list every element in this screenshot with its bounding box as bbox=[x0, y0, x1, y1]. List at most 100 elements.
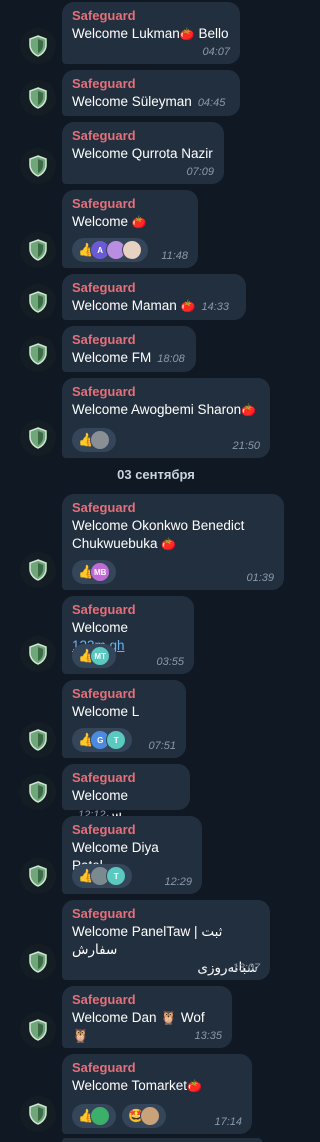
sender-name: Safeguard bbox=[72, 128, 136, 143]
message-bubble[interactable]: Safeguard Welcome Dan 🦉 Wof 🦉 13:35 bbox=[62, 986, 232, 1048]
sender-name: Safeguard bbox=[72, 196, 136, 211]
reaction-thumbs-up[interactable]: 👍 MB bbox=[72, 560, 117, 584]
sender-name: Safeguard bbox=[72, 332, 136, 347]
reaction-hugging[interactable]: 🤩 bbox=[122, 1104, 167, 1128]
shield-icon bbox=[29, 239, 47, 261]
message-text: Welcome Tomarket🍅 bbox=[72, 1078, 202, 1093]
message-bubble[interactable]: Safeguard Welcome Diya Patel 👍 T 12:29 bbox=[62, 816, 202, 894]
sender-name: Safeguard bbox=[72, 280, 136, 295]
reaction-thumbs-up[interactable]: 👍 G T bbox=[72, 728, 133, 752]
message-bubble[interactable]: Safeguard Welcome Qurrota Nazir 07:09 bbox=[62, 122, 224, 184]
message-time: 18:08 bbox=[157, 353, 185, 365]
bot-avatar[interactable] bbox=[20, 80, 56, 116]
shield-icon bbox=[29, 559, 47, 581]
message-time: 12:29 bbox=[164, 876, 192, 888]
message-time: 07:09 bbox=[186, 166, 214, 178]
message-bubble[interactable]: Safeguard Welcome 🍅 👍 A 11:48 bbox=[62, 190, 198, 268]
message-time: 03:55 bbox=[156, 656, 184, 668]
message-time: 04:45 bbox=[197, 97, 226, 109]
reaction-thumbs-up[interactable]: 👍 bbox=[72, 428, 117, 452]
sender-name: Safeguard bbox=[72, 822, 136, 837]
message-time: 17:14 bbox=[214, 1116, 242, 1128]
message-time: 14:33 bbox=[201, 301, 230, 313]
sender-name: Safeguard bbox=[72, 1060, 136, 1075]
tomato-icon: 🍅 bbox=[241, 403, 257, 417]
bot-avatar[interactable] bbox=[20, 858, 56, 894]
sender-name: Safeguard bbox=[72, 906, 136, 921]
message-bubble[interactable]: Safeguard Welcome Awogbemi Sharon🍅 👍 21:… bbox=[62, 378, 270, 458]
message-bubble[interactable]: Safeguard Welcome Tomarket🍅 👍 🤩 17:14 bbox=[62, 1054, 252, 1134]
bot-avatar[interactable] bbox=[20, 232, 56, 268]
bot-avatar[interactable] bbox=[20, 774, 56, 810]
reactions: 👍 bbox=[72, 428, 117, 452]
reactor-avatar: T bbox=[106, 730, 127, 750]
message-text: Welcome Qurrota Nazir bbox=[72, 146, 213, 161]
message-bubble[interactable]: Safeguard Welcome L 👍 G T 07:51 bbox=[62, 680, 186, 758]
shield-icon bbox=[29, 343, 47, 365]
message-bubble[interactable]: Safeguard Welcome 123m.gh 👍 MT 03:55 bbox=[62, 596, 194, 674]
sender-name: Safeguard bbox=[72, 992, 136, 1007]
message-bubble[interactable]: Safeguard Welcome س12:12 bbox=[62, 764, 190, 821]
reactor-avatar bbox=[140, 1106, 161, 1126]
bot-avatar[interactable] bbox=[20, 284, 56, 320]
reactor-avatar bbox=[90, 1106, 111, 1126]
message-text: Welcome Okonkwo Benedict Chukwuebuka 🍅 bbox=[72, 518, 245, 551]
shield-icon bbox=[29, 35, 47, 57]
shield-icon bbox=[29, 1103, 47, 1125]
reaction-thumbs-up[interactable]: 👍 A bbox=[72, 238, 149, 262]
tomato-icon: 🍅 bbox=[161, 537, 177, 551]
bot-avatar[interactable] bbox=[20, 1012, 56, 1048]
shield-icon bbox=[29, 729, 47, 751]
bot-avatar[interactable] bbox=[20, 944, 56, 980]
tomato-icon: 🍅 bbox=[179, 27, 195, 41]
message-text: Welcome Lukman🍅 Bello bbox=[72, 26, 229, 41]
reaction-thumbs-up[interactable]: 👍 T bbox=[72, 864, 133, 888]
message-bubble[interactable]: Safeguard Welcome PanelTaw | ثبت سفارش ش… bbox=[62, 900, 270, 980]
reactions: 👍 MT bbox=[72, 644, 117, 668]
reactions: 👍 G T bbox=[72, 728, 133, 752]
message-bubble[interactable] bbox=[62, 1138, 262, 1142]
reaction-thumbs-up[interactable]: 👍 MT bbox=[72, 644, 117, 668]
message-bubble[interactable]: Safeguard Welcome FM 18:08 bbox=[62, 326, 196, 372]
message-text: Welcome Süleyman 04:45 bbox=[72, 94, 226, 109]
reactor-avatar: MT bbox=[90, 646, 111, 666]
tomato-icon: 🍅 bbox=[187, 1079, 202, 1093]
reactions: 👍 MB bbox=[72, 560, 117, 584]
bot-avatar[interactable] bbox=[20, 552, 56, 588]
message-time: 07:51 bbox=[148, 740, 176, 752]
bot-avatar[interactable] bbox=[20, 722, 56, 758]
sender-name: Safeguard bbox=[72, 8, 136, 23]
bot-avatar[interactable] bbox=[20, 636, 56, 672]
message-bubble[interactable]: Safeguard Welcome Lukman🍅 Bello 04:07 bbox=[62, 2, 240, 64]
reactions: 👍 🤩 bbox=[72, 1104, 167, 1128]
message-time: 04:07 bbox=[202, 46, 230, 58]
shield-icon bbox=[29, 951, 47, 973]
reactor-avatar bbox=[122, 240, 143, 260]
message-bubble[interactable]: Safeguard Welcome Maman 🍅 14:33 bbox=[62, 274, 246, 320]
message-bubble[interactable]: Safeguard Welcome Süleyman 04:45 bbox=[62, 70, 240, 116]
reactor-avatar: MB bbox=[90, 562, 111, 582]
reactions: 👍 A bbox=[72, 238, 149, 262]
message-time: 21:50 bbox=[232, 440, 260, 452]
shield-icon bbox=[29, 155, 47, 177]
message-text: Welcome L bbox=[72, 704, 140, 719]
sender-name: Safeguard bbox=[72, 384, 136, 399]
shield-icon bbox=[29, 427, 47, 449]
message-bubble[interactable]: Safeguard Welcome Okonkwo Benedict Chukw… bbox=[62, 494, 284, 590]
shield-icon bbox=[29, 1019, 47, 1041]
sender-name: Safeguard bbox=[72, 602, 136, 617]
message-text: Welcome FM 18:08 bbox=[72, 350, 185, 365]
bot-avatar[interactable] bbox=[20, 148, 56, 184]
reactor-avatar bbox=[90, 430, 111, 450]
bot-avatar[interactable] bbox=[20, 420, 56, 456]
reaction-thumbs-up[interactable]: 👍 bbox=[72, 1104, 117, 1128]
owl-icon: 🦉 bbox=[72, 1028, 89, 1043]
bot-avatar[interactable] bbox=[20, 336, 56, 372]
shield-icon bbox=[29, 87, 47, 109]
bot-avatar[interactable] bbox=[20, 28, 56, 64]
reactions: 👍 T bbox=[72, 864, 133, 888]
shield-icon bbox=[29, 643, 47, 665]
shield-icon bbox=[29, 865, 47, 887]
message-time: 13:07 bbox=[232, 962, 260, 974]
bot-avatar[interactable] bbox=[20, 1096, 56, 1132]
